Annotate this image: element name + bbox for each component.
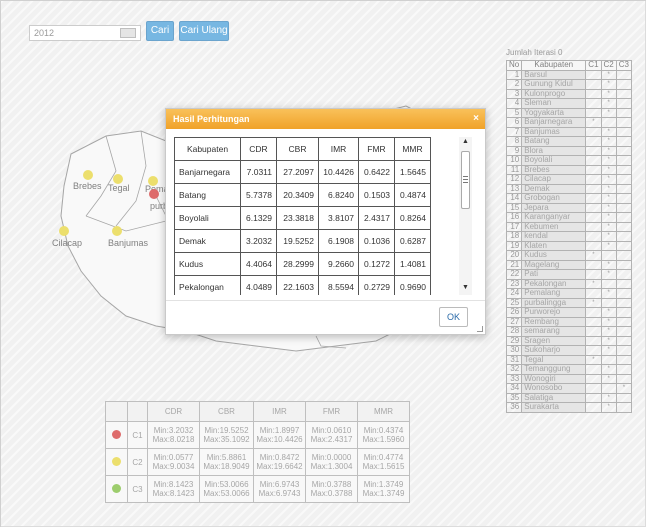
- dialog-title: Hasil Perhitungan: [173, 114, 250, 124]
- column-header: FMR: [358, 137, 395, 161]
- metric-cell: 4.4064: [240, 252, 277, 276]
- metric-cell: 19.5252: [276, 229, 319, 253]
- table-row: Demak 3.2032 19.5252 6.1908 0.1036 0.6287: [174, 229, 431, 253]
- metric-cell: 1.5645: [394, 160, 431, 184]
- metric-cell: 0.6287: [394, 229, 431, 253]
- metric-cell: 3.8107: [318, 206, 359, 230]
- metric-cell: 0.1503: [358, 183, 395, 207]
- table-row: Banjarnegara 7.0311 27.2097 10.4426 0.6422 1.…: [174, 160, 431, 184]
- metric-cell: 23.3818: [276, 206, 319, 230]
- metric-cell: 27.2097: [276, 160, 319, 184]
- table-row: Pekalongan 4.0489 22.1603 8.5594 0.2729 0.969…: [174, 275, 431, 295]
- scroll-grip-icon: [463, 176, 468, 183]
- metric-cell: 6.1329: [240, 206, 277, 230]
- resize-grip-icon[interactable]: [477, 326, 483, 332]
- metric-cell: 4.0489: [240, 275, 277, 295]
- scroll-down-icon[interactable]: ▼: [459, 283, 472, 293]
- kabupaten-cell: Batang: [174, 183, 241, 207]
- table-row: Boyolali 6.1329 23.3818 3.8107 2.4317 0.8264: [174, 206, 431, 230]
- metric-cell: 0.1036: [358, 229, 395, 253]
- results-scroll-area[interactable]: Kabupaten CDR CBR IMR FMR MMR Banjarnega…: [174, 137, 474, 295]
- app-page: 2012 Cari Cari Ulang Brebes Tegal Pema C…: [0, 0, 646, 527]
- metric-cell: 2.4317: [358, 206, 395, 230]
- close-icon[interactable]: ×: [473, 109, 479, 129]
- column-header: CDR: [240, 137, 277, 161]
- metric-cell: 28.2999: [276, 252, 319, 276]
- results-table: Kabupaten CDR CBR IMR FMR MMR Banjarnega…: [174, 137, 431, 295]
- column-header: IMR: [318, 137, 359, 161]
- metric-cell: 8.5594: [318, 275, 359, 295]
- kabupaten-cell: Boyolali: [174, 206, 241, 230]
- metric-cell: 0.1272: [358, 252, 395, 276]
- kabupaten-cell: Banjarnegara: [174, 160, 241, 184]
- metric-cell: 5.7378: [240, 183, 277, 207]
- column-header: Kabupaten: [174, 137, 241, 161]
- column-header: MMR: [394, 137, 431, 161]
- dialog-header: Hasil Perhitungan ×: [166, 109, 485, 129]
- ok-button[interactable]: OK: [439, 307, 468, 327]
- metric-cell: 0.4874: [394, 183, 431, 207]
- metric-cell: 0.2729: [358, 275, 395, 295]
- column-header: CBR: [276, 137, 319, 161]
- dialog-footer-divider: [166, 300, 485, 301]
- kabupaten-cell: Pekalongan: [174, 275, 241, 295]
- results-dialog: Hasil Perhitungan × Kabupaten CDR CBR IM…: [165, 108, 486, 335]
- table-row: Batang 5.7378 20.3409 6.8240 0.1503 0.4874: [174, 183, 431, 207]
- metric-cell: 10.4426: [318, 160, 359, 184]
- table-row: Kudus 4.4064 28.2999 9.2660 0.1272 1.4081: [174, 252, 431, 276]
- kabupaten-cell: Kudus: [174, 252, 241, 276]
- metric-cell: 0.8264: [394, 206, 431, 230]
- metric-cell: 1.4081: [394, 252, 431, 276]
- metric-cell: 22.1603: [276, 275, 319, 295]
- metric-cell: 7.0311: [240, 160, 277, 184]
- metric-cell: 0.9690: [394, 275, 431, 295]
- scroll-thumb[interactable]: [461, 151, 470, 209]
- results-scrollbar[interactable]: ▲ ▼: [459, 137, 472, 295]
- scroll-up-icon[interactable]: ▲: [459, 137, 472, 147]
- metric-cell: 0.6422: [358, 160, 395, 184]
- metric-cell: 20.3409: [276, 183, 319, 207]
- metric-cell: 6.8240: [318, 183, 359, 207]
- metric-cell: 6.1908: [318, 229, 359, 253]
- metric-cell: 9.2660: [318, 252, 359, 276]
- kabupaten-cell: Demak: [174, 229, 241, 253]
- metric-cell: 3.2032: [240, 229, 277, 253]
